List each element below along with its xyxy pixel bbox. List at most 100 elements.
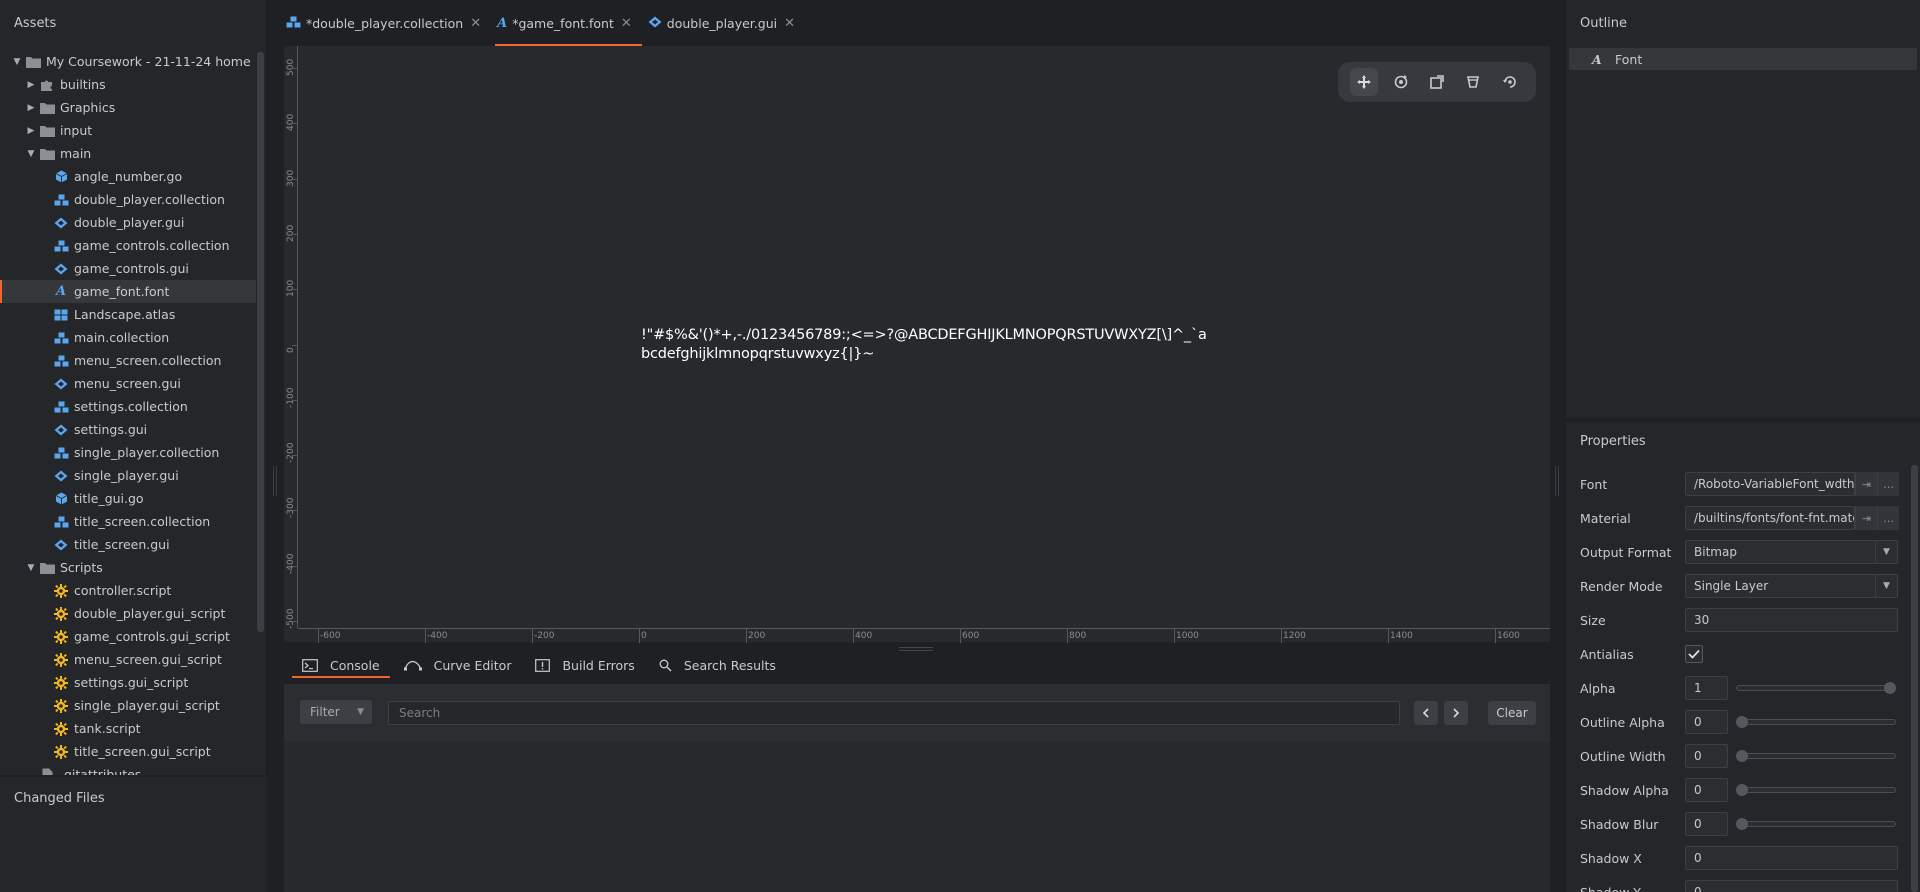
slider-handle[interactable]	[1736, 784, 1748, 796]
asset-tree-item[interactable]: game_controls.collection	[0, 234, 256, 257]
bottom-tab-search[interactable]: Search Results	[649, 652, 786, 678]
perspective-tool-icon[interactable]	[1459, 68, 1487, 96]
asset-tree-item[interactable]: main.collection	[0, 326, 256, 349]
expand-down-icon[interactable]: ▼	[24, 149, 38, 159]
asset-tree-item[interactable]: ▼ Scripts	[0, 556, 256, 579]
asset-tree-item[interactable]: Agame_font.font	[0, 280, 256, 303]
goto-resource-icon[interactable]: ⇥	[1855, 506, 1877, 530]
expand-down-icon[interactable]: ▼	[24, 563, 38, 573]
console-output[interactable]	[284, 742, 1550, 892]
slider-handle[interactable]	[1736, 818, 1748, 830]
resource-path-field[interactable]: /builtins/fonts/font-fnt.mate	[1685, 506, 1855, 530]
left-split-handle[interactable]	[273, 466, 277, 496]
close-icon[interactable]: ✕	[470, 16, 481, 31]
properties-scrollbar[interactable]	[1911, 465, 1918, 892]
browse-resource-icon[interactable]: …	[1877, 506, 1899, 530]
asset-tree-item[interactable]: menu_screen.collection	[0, 349, 256, 372]
outline-item-font[interactable]: A Font	[1569, 48, 1917, 70]
expand-right-icon[interactable]: ▶	[24, 80, 38, 90]
asset-tree-item[interactable]: Landscape.atlas	[0, 303, 256, 326]
close-icon[interactable]: ✕	[621, 16, 632, 31]
slider-handle[interactable]	[1736, 716, 1748, 728]
asset-tree-item[interactable]: settings.gui	[0, 418, 256, 441]
scene-viewport[interactable]: 500 400 300 200 100 0 -100 -200 -300 -400 -500 -60…	[284, 46, 1550, 643]
asset-tree-item[interactable]: game_controls.gui	[0, 257, 256, 280]
asset-tree-item[interactable]: tank.script	[0, 717, 256, 740]
asset-tree-item[interactable]: single_player.collection	[0, 441, 256, 464]
bottom-tab-console[interactable]: Console	[292, 652, 390, 678]
rotate-tool-icon[interactable]	[1387, 68, 1415, 96]
close-icon[interactable]: ✕	[784, 16, 795, 31]
scale-tool-icon[interactable]	[1423, 68, 1451, 96]
asset-tree-item[interactable]: double_player.gui_script	[0, 602, 256, 625]
asset-tree-item[interactable]: double_player.gui	[0, 211, 256, 234]
gui-icon	[52, 470, 70, 482]
previous-result-button[interactable]	[1414, 701, 1438, 725]
filter-dropdown[interactable]: Filter ▼	[300, 700, 372, 724]
goto-resource-icon[interactable]: ⇥	[1855, 472, 1877, 496]
asset-tree-item[interactable]: ▶ builtins	[0, 73, 256, 96]
asset-tree-item[interactable]: controller.script	[0, 579, 256, 602]
property-input[interactable]: 0	[1685, 812, 1728, 836]
cube-icon	[52, 170, 70, 183]
property-slider[interactable]	[1736, 682, 1896, 694]
asset-tree-item[interactable]: double_player.collection	[0, 188, 256, 211]
asset-tree-item[interactable]: single_player.gui	[0, 464, 256, 487]
asset-tree-item[interactable]: settings.gui_script	[0, 671, 256, 694]
font-icon: A	[497, 16, 508, 31]
asset-tree-item[interactable]: settings.collection	[0, 395, 256, 418]
property-slider[interactable]	[1736, 818, 1896, 830]
asset-tree-item[interactable]: ▼ main	[0, 142, 256, 165]
bottom-tab-errors[interactable]: Build Errors	[525, 652, 644, 678]
bottom-split-handle[interactable]	[899, 647, 933, 651]
resource-path-field[interactable]: /Roboto-VariableFont_wdth	[1685, 472, 1855, 496]
property-input[interactable]: 1	[1685, 676, 1728, 700]
asset-tree-item[interactable]: angle_number.go	[0, 165, 256, 188]
antialias-checkbox[interactable]	[1685, 645, 1703, 663]
asset-tree-item[interactable]: title_screen.gui_script	[0, 740, 256, 763]
console-search-input[interactable]: Search	[388, 701, 1400, 725]
asset-tree-item[interactable]: title_screen.gui	[0, 533, 256, 556]
slider-handle[interactable]	[1884, 682, 1896, 694]
clear-button[interactable]: Clear	[1488, 701, 1536, 725]
slider-handle[interactable]	[1736, 750, 1748, 762]
asset-tree-item[interactable]: title_gui.go	[0, 487, 256, 510]
asset-tree-item[interactable]: .gitattributes	[0, 763, 256, 775]
asset-tree-item[interactable]: menu_screen.gui	[0, 372, 256, 395]
editor-tab[interactable]: *double_player.collection ✕	[284, 0, 491, 46]
right-split-handle[interactable]	[1555, 466, 1559, 496]
editor-tab[interactable]: double_player.gui ✕	[646, 0, 805, 46]
property-slider[interactable]	[1736, 750, 1896, 762]
console-toolbar: Filter ▼ Search Clear	[284, 684, 1550, 742]
camera-reset-icon[interactable]	[1496, 68, 1524, 96]
asset-tree-item[interactable]: menu_screen.gui_script	[0, 648, 256, 671]
expand-right-icon[interactable]: ▶	[24, 126, 38, 136]
property-input[interactable]: 0	[1685, 880, 1898, 892]
property-input[interactable]: 0	[1685, 710, 1728, 734]
property-input[interactable]: 0	[1685, 846, 1898, 870]
asset-tree-item[interactable]: ▶ Graphics	[0, 96, 256, 119]
property-input[interactable]: 0	[1685, 778, 1728, 802]
asset-tree-item[interactable]: ▶ input	[0, 119, 256, 142]
property-input[interactable]: 0	[1685, 744, 1728, 768]
bottom-tab-curve[interactable]: Curve Editor	[394, 652, 522, 678]
expand-right-icon[interactable]: ▶	[24, 103, 38, 113]
ruler-tick-label: 1200	[1283, 631, 1306, 641]
asset-tree-item[interactable]: game_controls.gui_script	[0, 625, 256, 648]
property-select[interactable]: Single Layer ▼	[1685, 574, 1898, 598]
asset-tree-item[interactable]: title_screen.collection	[0, 510, 256, 533]
collection-icon	[52, 240, 70, 252]
expand-down-icon[interactable]: ▼	[10, 57, 24, 67]
property-select[interactable]: Bitmap ▼	[1685, 540, 1898, 564]
browse-resource-icon[interactable]: …	[1877, 472, 1899, 496]
asset-tree-label: game_controls.gui	[74, 261, 189, 276]
asset-tree-item[interactable]: ▼ My Coursework - 21-11-24 home	[0, 50, 256, 73]
property-slider[interactable]	[1736, 716, 1896, 728]
asset-tree-item[interactable]: single_player.gui_script	[0, 694, 256, 717]
property-slider[interactable]	[1736, 784, 1896, 796]
property-input[interactable]: 30	[1685, 608, 1898, 632]
assets-scrollbar[interactable]	[257, 52, 264, 632]
editor-tab[interactable]: A *game_font.font ✕	[495, 0, 642, 46]
next-result-button[interactable]	[1444, 701, 1468, 725]
move-tool-icon[interactable]	[1350, 68, 1379, 96]
